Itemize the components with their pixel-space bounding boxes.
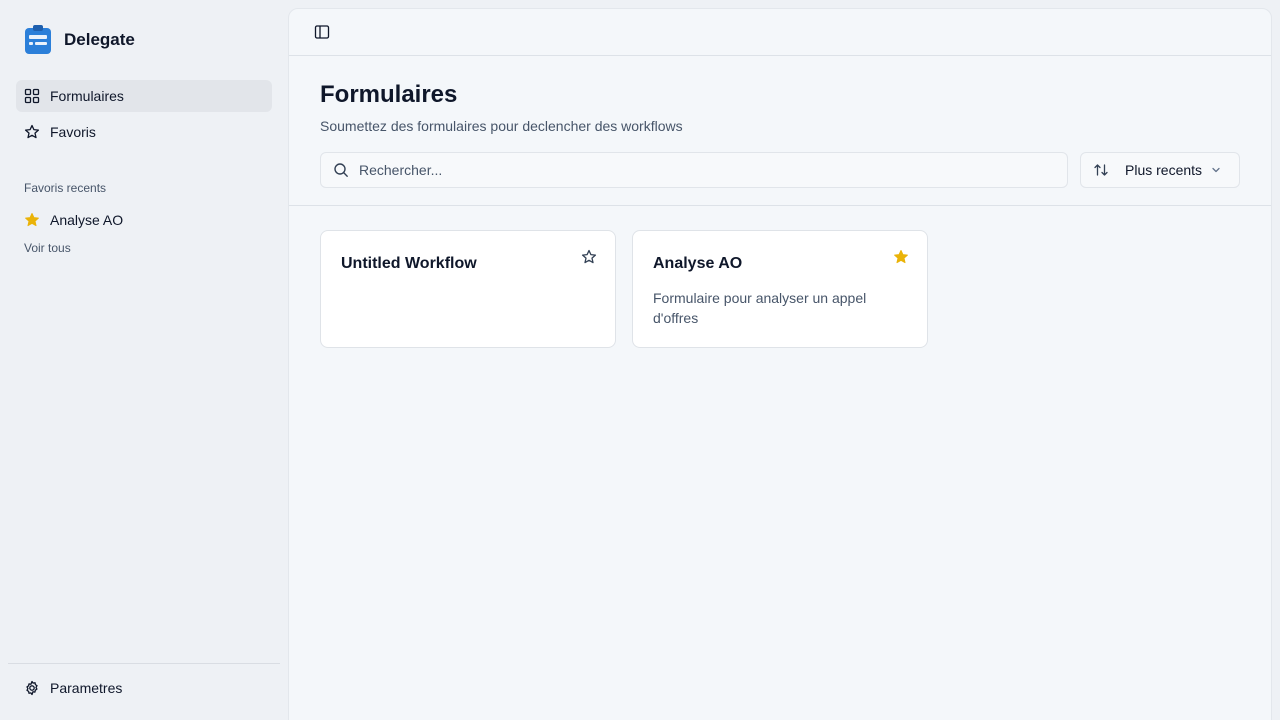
sidebar-toggle-button[interactable] bbox=[313, 23, 331, 41]
card-title: Untitled Workflow bbox=[341, 255, 477, 272]
main-panel: Formulaires Soumettez des formulaires po… bbox=[288, 8, 1272, 720]
see-all-link[interactable]: Voir tous bbox=[24, 241, 71, 255]
sidebar-item-favoris[interactable]: Favoris bbox=[16, 116, 272, 148]
star-outline-icon[interactable] bbox=[581, 249, 597, 265]
page-subtitle: Soumettez des formulaires pour declenche… bbox=[320, 118, 683, 134]
recent-item-label: Analyse AO bbox=[50, 212, 124, 228]
search-icon bbox=[334, 163, 348, 177]
star-filled-icon[interactable] bbox=[893, 249, 909, 265]
chevron-down-icon bbox=[1212, 167, 1220, 173]
star-outline-icon bbox=[24, 124, 40, 139]
settings-button[interactable]: Parametres bbox=[16, 672, 272, 704]
workflow-card[interactable]: Untitled Workflow bbox=[320, 230, 616, 348]
search-bar bbox=[320, 152, 1068, 188]
sidebar-divider bbox=[8, 663, 280, 664]
recent-item-analyse-ao[interactable]: Analyse AO bbox=[16, 204, 272, 236]
page-title: Formulaires bbox=[320, 81, 458, 108]
sidebar: Delegate Formulaires Favoris Favoris rec… bbox=[0, 0, 288, 720]
app-name: Delegate bbox=[64, 30, 135, 49]
app-logo-icon bbox=[25, 25, 51, 54]
sort-dropdown[interactable]: Plus recents bbox=[1080, 152, 1240, 188]
gear-icon bbox=[26, 680, 38, 696]
sidebar-item-label: Favoris bbox=[50, 124, 96, 140]
brand[interactable]: Delegate bbox=[24, 24, 135, 56]
card-title: Analyse AO bbox=[653, 255, 743, 272]
sort-label: Plus recents bbox=[1125, 162, 1203, 178]
sidebar-item-label: Formulaires bbox=[50, 88, 124, 104]
content-divider bbox=[289, 205, 1271, 206]
sort-icon bbox=[1094, 164, 1108, 176]
sidebar-item-formulaires[interactable]: Formulaires bbox=[16, 80, 272, 112]
card-description: Formulaire pour analyser un appel d'offr… bbox=[653, 290, 867, 326]
workflow-card[interactable]: Analyse AO Formulaire pour analyser un a… bbox=[632, 230, 928, 348]
grid-icon bbox=[24, 88, 40, 104]
topbar bbox=[289, 9, 1271, 56]
sidebar-toggle-icon bbox=[314, 25, 330, 39]
search-input[interactable] bbox=[359, 162, 1039, 178]
settings-label: Parametres bbox=[50, 680, 123, 696]
recent-favorites-heading: Favoris recents bbox=[24, 181, 107, 195]
star-filled-icon bbox=[25, 213, 39, 227]
